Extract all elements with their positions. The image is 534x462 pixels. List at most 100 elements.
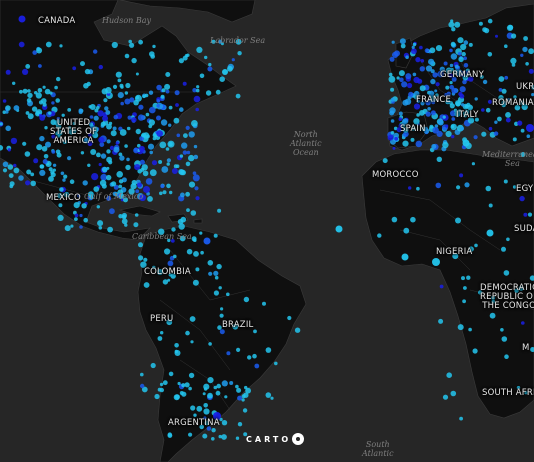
map-canvas[interactable]: Hudson Bay Labrador Sea North Atlantic O… xyxy=(0,0,534,462)
data-point xyxy=(102,115,109,122)
data-point xyxy=(10,137,18,145)
data-point xyxy=(131,117,137,123)
data-point xyxy=(399,77,404,83)
data-point xyxy=(416,113,420,117)
data-point xyxy=(195,267,200,272)
data-point xyxy=(265,347,272,353)
data-point xyxy=(203,408,210,415)
data-point xyxy=(124,98,131,105)
data-point xyxy=(179,107,184,112)
data-point xyxy=(195,88,200,93)
data-point xyxy=(192,279,199,286)
data-point xyxy=(57,214,64,221)
data-point xyxy=(56,76,61,82)
data-point xyxy=(419,66,425,72)
data-point xyxy=(208,342,212,346)
data-point xyxy=(54,85,58,90)
data-point xyxy=(42,102,47,107)
data-point xyxy=(203,403,208,408)
data-point xyxy=(165,89,170,94)
water-label-north-atlantic: North Atlantic Ocean xyxy=(290,130,322,158)
country-label-romania: ROMANIA xyxy=(492,98,534,108)
carto-attribution[interactable]: CARTO xyxy=(246,433,305,445)
data-point xyxy=(147,196,153,202)
data-point xyxy=(458,56,464,62)
data-point xyxy=(391,40,395,44)
data-point xyxy=(227,65,233,72)
data-point xyxy=(388,72,393,77)
data-point xyxy=(391,216,398,223)
data-point xyxy=(13,167,20,174)
data-point xyxy=(436,156,442,162)
data-point xyxy=(458,91,463,97)
data-point xyxy=(101,88,108,95)
data-point xyxy=(149,169,157,177)
data-point xyxy=(401,81,408,88)
data-point xyxy=(222,69,228,75)
data-point xyxy=(481,131,487,137)
data-point xyxy=(193,238,197,242)
data-point xyxy=(94,108,99,113)
data-point xyxy=(410,137,415,142)
data-point xyxy=(115,71,122,78)
data-point xyxy=(160,184,165,189)
data-point xyxy=(495,34,498,38)
data-point xyxy=(176,133,181,138)
data-point xyxy=(119,83,124,88)
data-point xyxy=(183,133,188,139)
data-point xyxy=(389,56,395,62)
data-point xyxy=(179,154,184,158)
country-label-south-africa: SOUTH AFRIC xyxy=(482,388,534,398)
data-point xyxy=(196,405,203,412)
data-point xyxy=(174,394,180,400)
data-point xyxy=(457,51,462,56)
data-point xyxy=(274,361,278,366)
data-point xyxy=(466,102,471,108)
data-point xyxy=(450,390,457,397)
data-point xyxy=(419,45,423,50)
data-point xyxy=(200,250,204,255)
data-point xyxy=(211,428,216,433)
data-point xyxy=(450,124,455,129)
data-point xyxy=(83,217,88,223)
data-point xyxy=(78,108,83,113)
country-label-brazil: BRAZIL xyxy=(222,320,254,330)
data-point xyxy=(188,154,195,162)
data-point xyxy=(167,140,175,148)
data-point xyxy=(451,117,456,121)
data-point xyxy=(287,315,292,321)
data-point xyxy=(457,324,464,331)
data-point xyxy=(215,390,221,396)
country-label-colombia: COLOMBIA xyxy=(144,267,191,277)
data-point xyxy=(125,82,131,89)
data-point xyxy=(44,88,51,95)
data-point xyxy=(407,82,413,89)
data-point xyxy=(137,114,145,121)
data-point xyxy=(196,85,200,89)
data-point xyxy=(72,66,77,71)
data-point xyxy=(96,152,101,158)
data-point xyxy=(64,225,71,232)
data-point xyxy=(416,186,420,191)
data-point xyxy=(97,220,104,227)
data-point xyxy=(442,115,446,119)
data-point xyxy=(124,91,129,95)
data-point xyxy=(434,89,438,93)
data-point xyxy=(98,136,105,143)
data-point xyxy=(135,128,141,135)
data-point xyxy=(84,68,91,75)
data-point xyxy=(37,88,43,93)
country-label-canada: CANADA xyxy=(38,16,76,26)
data-point xyxy=(193,144,198,149)
data-point xyxy=(44,126,48,130)
data-point xyxy=(38,64,42,68)
data-point xyxy=(178,169,185,176)
data-point xyxy=(112,126,117,131)
data-point xyxy=(30,172,35,177)
data-point xyxy=(125,164,131,171)
data-point xyxy=(217,208,222,213)
data-point xyxy=(510,57,517,64)
data-point xyxy=(392,146,396,150)
data-point xyxy=(63,174,68,179)
data-point xyxy=(428,58,435,65)
